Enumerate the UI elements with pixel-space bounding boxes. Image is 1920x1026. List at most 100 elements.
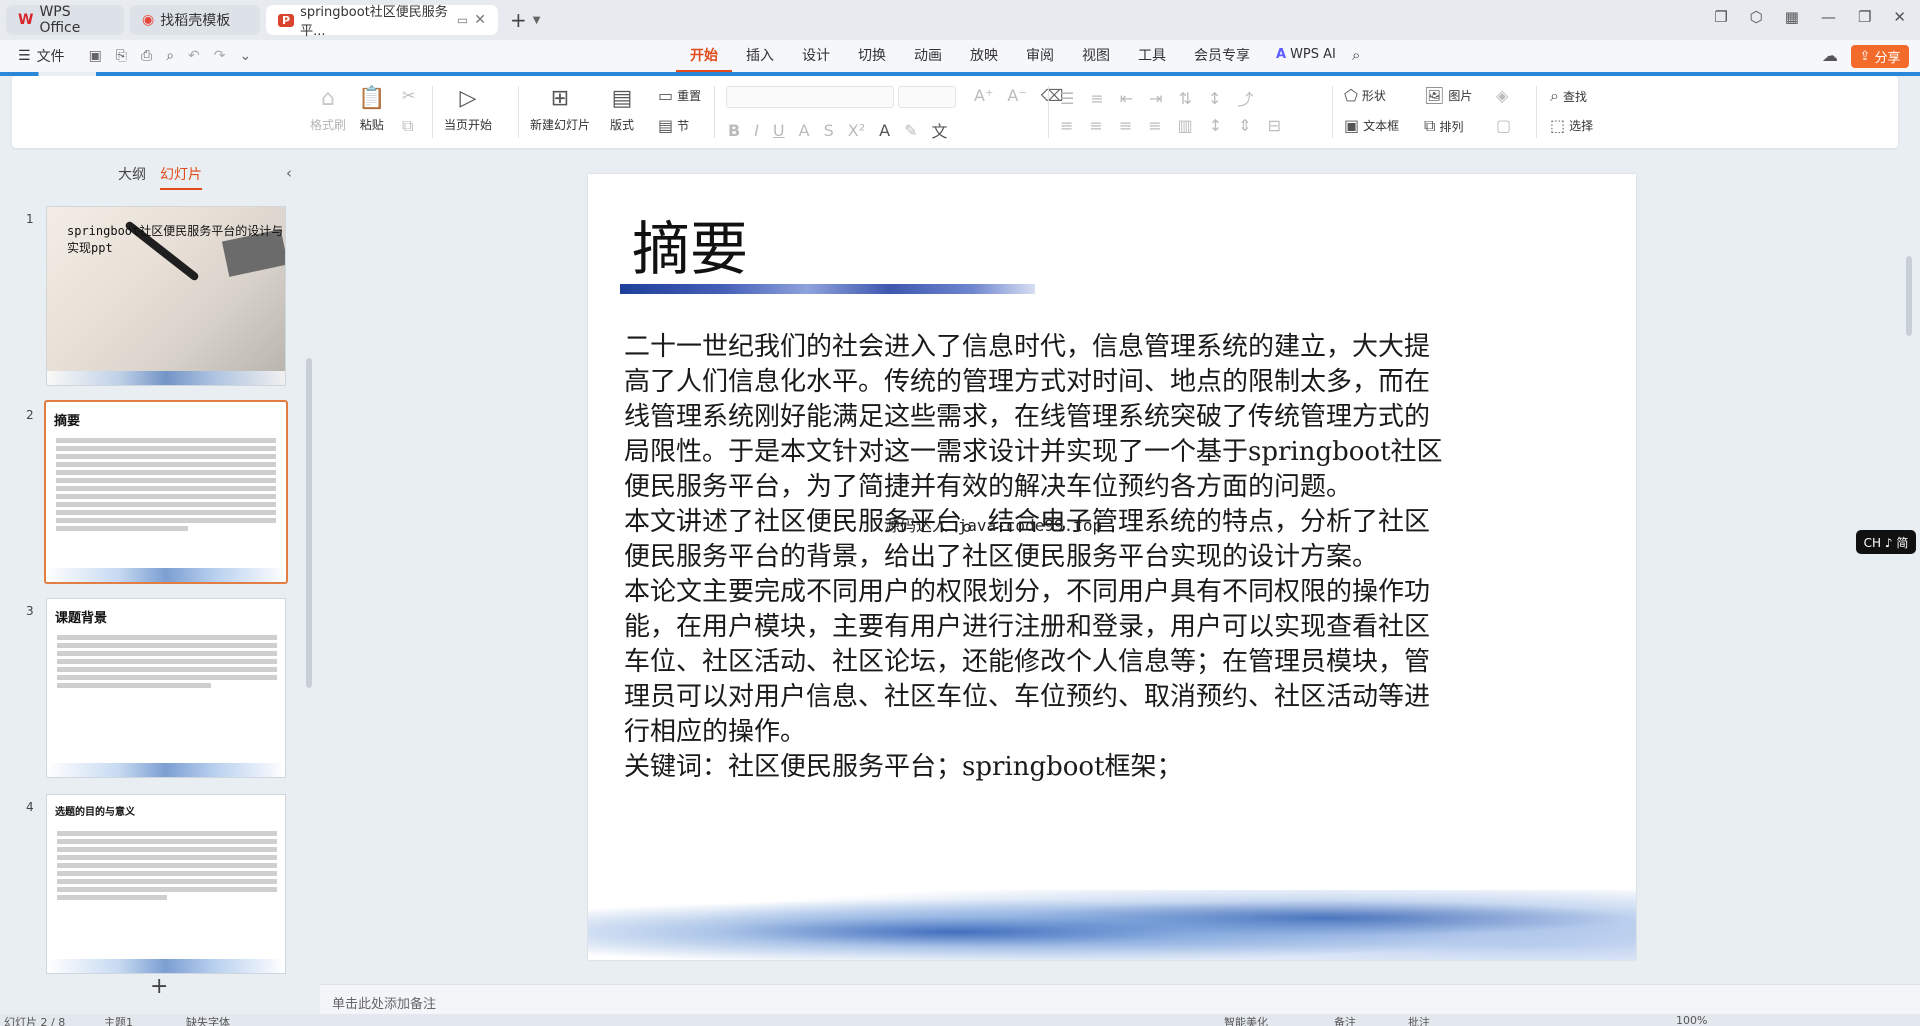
tab-outline[interactable]: 大纲 [118,164,146,190]
avatar-icon[interactable]: ▦ [1785,8,1799,26]
strikethrough-icon[interactable]: A [799,121,810,140]
ime-indicator[interactable]: CH ♪ 简 [1856,530,1916,554]
indent-icon[interactable]: ⇥ [1149,89,1162,108]
comments-toggle[interactable]: 批注 [1408,1014,1430,1026]
bold-icon[interactable]: B [728,121,740,140]
paragraph-spacing-icon[interactable]: ⇕ [1238,116,1251,135]
italic-icon[interactable]: I [754,121,759,140]
align-right-icon[interactable]: ≡ [1119,116,1132,135]
textbox-button[interactable]: ▣ 文本框 [1344,116,1399,135]
increase-font-icon[interactable]: A⁺ [974,86,993,105]
tab-animation[interactable]: 动画 [900,40,956,72]
char-spacing-icon[interactable]: 文 [931,118,947,142]
chevron-down-icon[interactable]: ▼ [533,15,541,26]
tab-tools[interactable]: 工具 [1124,40,1180,72]
slide-title[interactable]: 摘要 [632,202,748,286]
cloud-upload-icon[interactable]: ☁ [1822,46,1838,65]
slide-thumbnail-3[interactable]: 课题背景 [46,598,286,778]
arrange-button[interactable]: ⧉ 排列 [1424,116,1463,136]
print-preview-icon[interactable]: ⌕ [166,48,174,64]
notes-toggle[interactable]: 备注 [1334,1014,1356,1026]
shape-button[interactable]: ⬠ 形状 [1344,86,1386,105]
slide-body-textbox[interactable]: 二十一世纪我们的社会进入了信息时代，信息管理系统的建立，大大提高了人们信息化水平… [624,330,1446,785]
distribute-icon[interactable]: ⊟ [1268,116,1281,135]
tile-icon[interactable]: ❐ [1714,8,1727,26]
numbered-list-icon[interactable]: ≡ [1090,89,1103,108]
underline-icon[interactable]: U [773,121,785,140]
line-spacing-icon[interactable]: ↕ [1209,116,1222,135]
collapse-panel-icon[interactable]: ‹ [286,164,292,182]
tab-slides[interactable]: 幻灯片 [160,164,202,190]
fill-color-icon[interactable]: ◈ [1496,86,1508,105]
tab-wps-office[interactable]: W WPS Office [6,4,124,36]
redo-icon[interactable]: ↷ [214,48,226,64]
chevron-down-icon[interactable]: ⌄ [240,48,252,64]
restore-icon[interactable]: ❐ [1858,8,1871,26]
window-mode-icon[interactable]: ▭ [457,13,468,27]
align-left-icon[interactable]: ≡ [1060,116,1073,135]
tab-insert[interactable]: 插入 [732,40,788,72]
wps-ai-button[interactable]: A WPS AI [1276,47,1336,62]
box-icon[interactable]: ⬡ [1750,8,1763,26]
theme-name[interactable]: 主题1 [104,1014,133,1026]
slide-canvas[interactable]: 摘要 二十一世纪我们的社会进入了信息时代，信息管理系统的建立，大大提高了人们信息… [588,174,1636,960]
copy-icon[interactable]: ⧉ [402,116,413,136]
slide-thumbnail-4[interactable]: 选题的目的与意义 [46,794,286,974]
print-icon[interactable]: ⎙ [141,48,152,64]
section-button[interactable]: ▤ 节 [658,116,689,135]
undo-icon[interactable]: ↶ [188,48,200,64]
tab-design[interactable]: 设计 [788,40,844,72]
picture-button[interactable]: 🖼 图片 [1424,86,1472,105]
tab-start[interactable]: 开始 [676,40,732,72]
format-painter-button[interactable]: ⌂ 格式刷 [310,86,346,133]
decrease-font-icon[interactable]: A⁻ [1007,86,1026,105]
tab-transition[interactable]: 切换 [844,40,900,72]
align-center-icon[interactable]: ≡ [1089,116,1102,135]
panel-scrollbar[interactable] [306,358,312,688]
missing-font[interactable]: 缺失字体 [186,1014,230,1026]
find-button[interactable]: ⌕ 查找 [1550,86,1587,106]
columns-icon[interactable]: ▥ [1178,116,1193,135]
superscript-icon[interactable]: X² [848,121,865,140]
close-window-icon[interactable]: ✕ [1893,8,1906,26]
text-direction-icon[interactable]: ⇅ [1179,89,1192,108]
convert-icon[interactable]: ⤴ [1237,86,1253,110]
slide-thumbnail-2[interactable]: 摘要 [44,400,288,584]
canvas-scrollbar[interactable] [1906,256,1912,336]
tab-member[interactable]: 会员专享 [1180,40,1264,72]
paste-button[interactable]: 📋 粘贴 [358,86,385,133]
zoom-level[interactable]: 100% [1676,1014,1707,1026]
new-slide-button[interactable]: ⊞ 新建幻灯片 [530,86,590,133]
font-color-icon[interactable]: A [879,121,890,140]
save-icon[interactable]: ▣ [89,48,102,64]
notes-pane[interactable]: 单击此处添加备注 [320,984,1920,1014]
tab-review[interactable]: 审阅 [1012,40,1068,72]
minimize-icon[interactable]: — [1821,8,1836,26]
bullet-list-icon[interactable]: ☰ [1060,89,1074,108]
sort-icon[interactable]: ↕ [1208,89,1221,108]
tab-slideshow[interactable]: 放映 [956,40,1012,72]
tab-docer-templates[interactable]: ◉ 找稻壳模板 [130,5,260,35]
file-menu[interactable]: ☰ 文件 [18,46,65,66]
outline-color-icon[interactable]: ▢ [1496,116,1511,135]
justify-icon[interactable]: ≡ [1148,116,1161,135]
export-icon[interactable]: ⎘ [116,48,127,64]
slide-thumbnail-1[interactable]: springboot社区便民服务平台的设计与实现ppt [46,206,286,386]
layout-button[interactable]: ▤ 版式 [610,86,634,133]
search-icon[interactable]: ⌕ [1352,46,1360,64]
close-tab-icon[interactable]: ✕ [474,12,486,28]
font-family-select[interactable] [726,86,894,108]
new-tab-icon[interactable]: + [510,8,527,32]
add-slide-icon[interactable]: + [150,974,168,999]
tab-current-document[interactable]: P springboot社区便民服务平... ▭ ✕ [266,5,498,39]
play-current-button[interactable]: ▷ 当页开始 [444,86,492,133]
tab-view[interactable]: 视图 [1068,40,1124,72]
outdent-icon[interactable]: ⇤ [1120,89,1133,108]
shadow-icon[interactable]: S [824,121,834,140]
reset-button[interactable]: ▭ 重置 [658,86,701,105]
highlight-icon[interactable]: ✎ [904,121,917,140]
cut-icon[interactable]: ✂ [402,86,415,105]
select-button[interactable]: ⬚ 选择 [1550,116,1593,135]
font-size-select[interactable] [898,86,956,108]
share-button[interactable]: ⇪ 分享 [1851,45,1909,68]
